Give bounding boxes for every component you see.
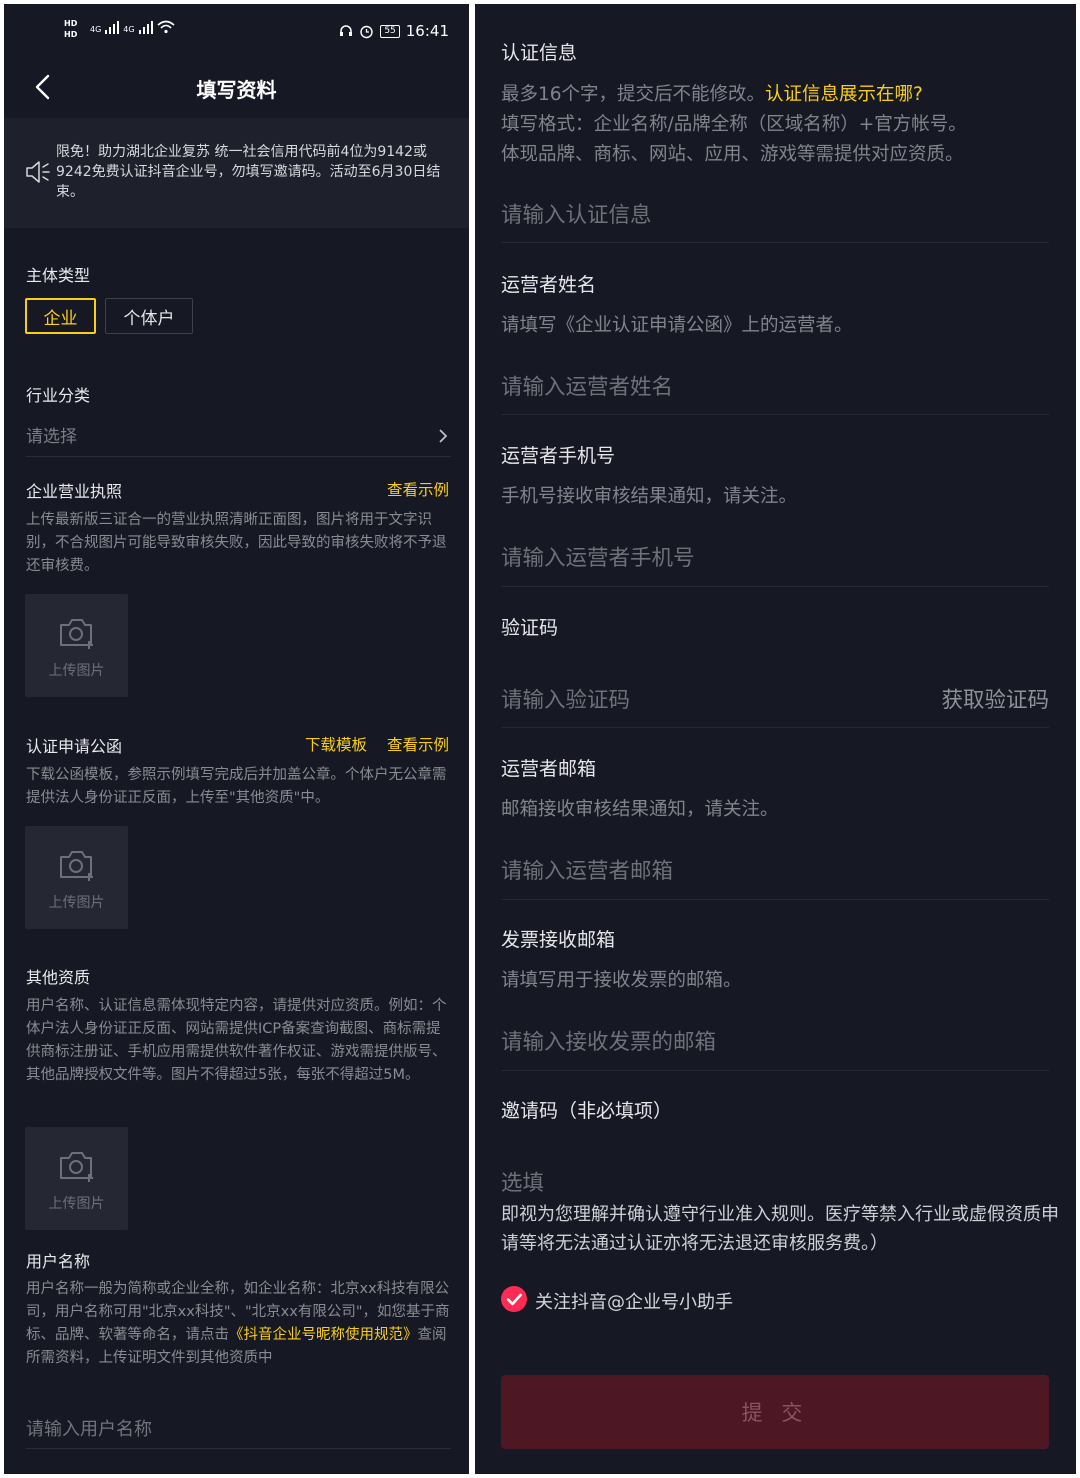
letter-desc: 下载公函模板，参照示例填写完成后并加盖公章。个体户无公章需提供法人身份证正反面，…	[26, 767, 447, 806]
get-code-button[interactable]: 获取验证码	[941, 683, 1049, 714]
username-label: 用户名称	[26, 1252, 91, 1271]
operator-name-input[interactable]: 请输入运营者姓名	[501, 370, 673, 401]
operator-phone-input[interactable]: 请输入运营者手机号	[501, 541, 695, 572]
wifi-icon	[157, 20, 175, 34]
promo-notice: 限免！助力湖北企业复苏 统一社会信用代码前4位为9142或9242免费认证抖音企…	[4, 118, 469, 228]
download-template-link[interactable]: 下载模板	[305, 736, 367, 754]
verify-code-input[interactable]: 请输入验证码	[501, 683, 630, 714]
agreement-text: 即视为您理解并确认遵守行业准入规则。医疗等禁入行业或虚假资质申请等将无法通过认证…	[501, 1204, 1059, 1254]
chevron-right-icon	[439, 429, 448, 443]
signal-indicators: 4G 4G	[90, 20, 175, 34]
invite-code-label: 邀请码（非必填项）	[501, 1100, 673, 1122]
industry-label: 行业分类	[26, 386, 91, 405]
operator-phone-desc: 手机号接收审核结果通知，请关注。	[501, 486, 798, 507]
other-qualification-label: 其他资质	[26, 968, 91, 987]
upload-label: 上传图片	[48, 1196, 105, 1212]
right-screen: 认证信息 最多16个字，提交后不能修改。认证信息展示在哪? 填写格式：企业名称/…	[475, 4, 1076, 1474]
follow-checkbox[interactable]	[501, 1286, 527, 1312]
divider	[26, 456, 451, 457]
network-type-2: 4G	[123, 25, 135, 34]
hd-badge-2: HD	[64, 30, 78, 39]
other-qualification-desc: 用户名称、认证信息需体现特定内容，请提供对应资质。例如：个体户法人身份证正反面、…	[26, 998, 447, 1083]
username-input[interactable]: 请输入用户名称	[26, 1415, 152, 1441]
page-title: 填写资料	[196, 78, 277, 102]
alarm-icon	[360, 25, 374, 38]
invoice-email-desc: 请填写用于接收发票的邮箱。	[501, 970, 742, 991]
username-desc: 用户名称一般为简称或企业全称，如企业名称：北京xx科技有限公司，用户名称可用"北…	[26, 1278, 451, 1370]
left-screen: HD HD 4G 4G 55 16:41 填写资料 限免！助力湖北企业复苏 统一…	[4, 4, 469, 1474]
notice-text: 限免！助力湖北企业复苏 统一社会信用代码前4位为9142或9242免费认证抖音企…	[56, 144, 441, 200]
status-bar: HD HD 4G 4G 55 16:41	[4, 4, 469, 60]
license-links: 查看示例	[387, 478, 449, 500]
license-label: 企业营业执照	[26, 482, 123, 501]
letter-links: 下载模板 查看示例	[305, 733, 449, 755]
industry-placeholder: 请选择	[26, 427, 77, 447]
status-right: 55 16:41	[339, 22, 449, 40]
clock: 16:41	[405, 22, 449, 40]
auth-info-desc: 最多16个字，提交后不能修改。认证信息展示在哪? 填写格式：企业名称/品牌全称（…	[501, 80, 1061, 170]
license-upload[interactable]: 上传图片	[25, 594, 128, 697]
entity-option-enterprise[interactable]: 企业	[25, 298, 96, 334]
license-example-link[interactable]: 查看示例	[387, 481, 449, 499]
industry-select[interactable]: 请选择	[26, 422, 451, 452]
operator-email-input[interactable]: 请输入运营者邮箱	[501, 854, 673, 885]
divider	[501, 727, 1049, 728]
speaker-icon	[26, 161, 50, 183]
divider	[501, 899, 1049, 900]
hd-badge-1: HD	[64, 19, 78, 28]
operator-email-desc: 邮箱接收审核结果通知，请关注。	[501, 799, 779, 820]
other-upload[interactable]: 上传图片	[25, 1127, 128, 1230]
auth-info-desc-line3: 体现品牌、商标、网站、应用、游戏等需提供对应资质。	[501, 144, 964, 165]
operator-phone-label: 运营者手机号	[501, 445, 616, 467]
divider	[501, 586, 1049, 587]
letter-upload[interactable]: 上传图片	[25, 826, 128, 929]
divider	[26, 1448, 451, 1449]
auth-info-desc-line1: 最多16个字，提交后不能修改。	[501, 84, 766, 105]
invoice-email-label: 发票接收邮箱	[501, 929, 616, 951]
upload-label: 上传图片	[48, 663, 105, 679]
verify-code-label: 验证码	[501, 617, 559, 639]
auth-info-input[interactable]: 请输入认证信息	[501, 198, 652, 229]
camera-add-icon	[60, 851, 93, 881]
headset-icon	[340, 25, 353, 36]
auth-info-label: 认证信息	[501, 42, 578, 64]
camera-add-icon	[60, 1152, 93, 1182]
nickname-rules-link[interactable]: 《抖音企业号昵称使用规范》	[229, 1327, 418, 1343]
signal-icon	[105, 20, 120, 34]
divider	[501, 414, 1049, 415]
network-type-1: 4G	[90, 25, 102, 34]
check-icon	[506, 1293, 522, 1306]
entity-type-label: 主体类型	[26, 266, 91, 285]
operator-email-label: 运营者邮箱	[501, 758, 597, 780]
divider	[501, 242, 1049, 243]
camera-add-icon	[60, 619, 93, 649]
hd-indicators: HD HD	[64, 18, 77, 40]
battery-icon: 55	[380, 24, 400, 38]
license-desc: 上传最新版三证合一的营业执照清晰正面图，图片将用于文字识别，不合规图片可能导致审…	[26, 512, 447, 574]
invite-code-input[interactable]: 选填	[501, 1166, 544, 1197]
signal-icon-2	[138, 20, 153, 34]
auth-info-desc-line2: 填写格式：企业名称/品牌全称（区域名称）+官方帐号。	[501, 114, 967, 135]
submit-button[interactable]: 提 交	[501, 1375, 1049, 1449]
auth-info-display-link[interactable]: 认证信息展示在哪?	[765, 84, 923, 105]
divider	[501, 1070, 1049, 1071]
upload-label: 上传图片	[48, 895, 105, 911]
nav-bar: 填写资料	[4, 60, 469, 118]
invoice-email-input[interactable]: 请输入接收发票的邮箱	[501, 1025, 716, 1056]
operator-name-label: 运营者姓名	[501, 274, 597, 296]
letter-label: 认证申请公函	[26, 737, 123, 756]
letter-example-link[interactable]: 查看示例	[387, 736, 449, 754]
follow-label: 关注抖音@企业号小助手	[535, 1292, 733, 1313]
operator-name-desc: 请填写《企业认证申请公函》上的运营者。	[501, 315, 853, 336]
entity-option-individual[interactable]: 个体户	[105, 298, 193, 334]
